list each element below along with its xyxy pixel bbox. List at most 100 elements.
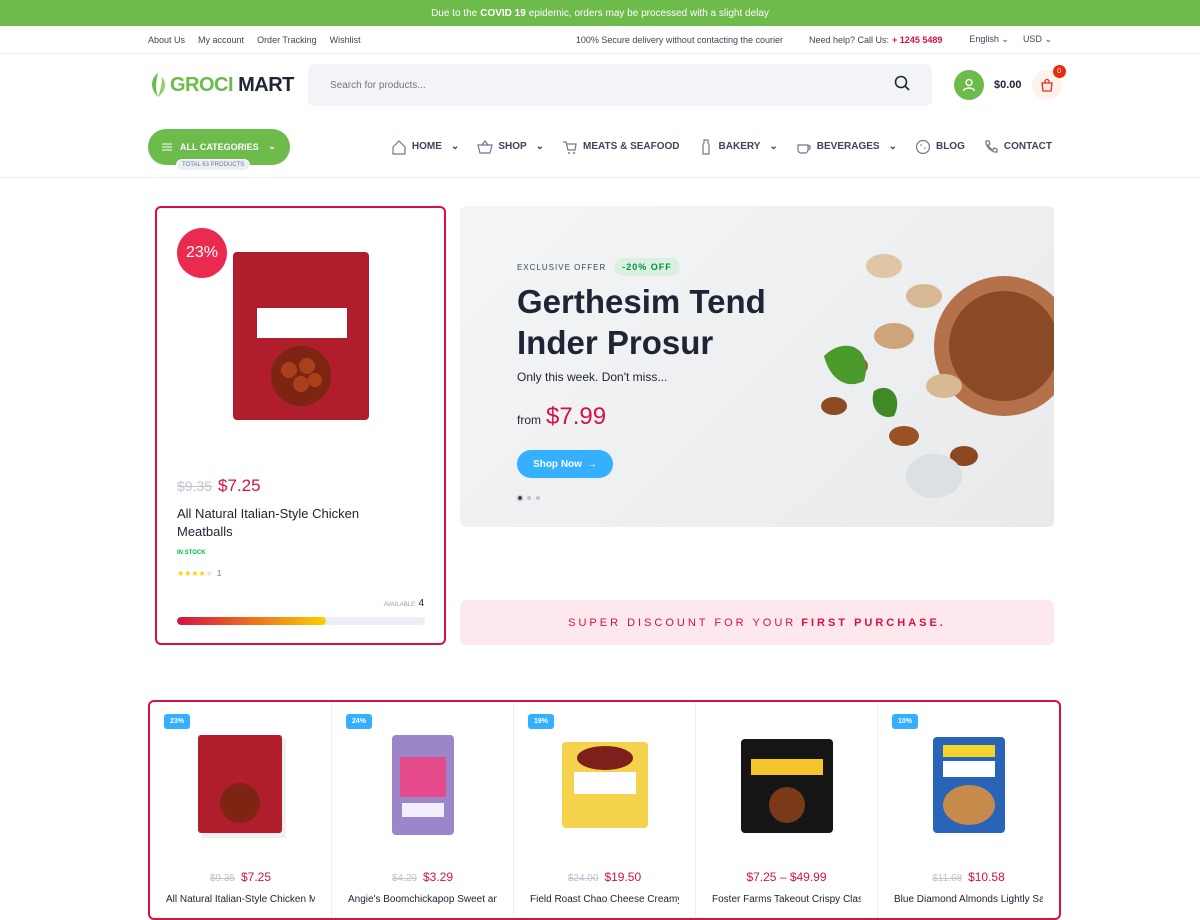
- nav-contact[interactable]: CONTACT: [983, 139, 1052, 155]
- phone-number[interactable]: + 1245 5489: [892, 35, 942, 45]
- order-tracking-link[interactable]: Order Tracking: [257, 35, 317, 45]
- hero-banner[interactable]: EXCLUSIVE OFFER -20% OFF Gerthesim Tend …: [460, 206, 1054, 527]
- nav-bakery[interactable]: BAKERY ⌄: [698, 138, 778, 155]
- chevron-down-icon: ⌄: [268, 141, 276, 151]
- basket-icon: [477, 139, 494, 154]
- categories-count-badge: TOTAL 63 PRODUCTS: [176, 158, 251, 171]
- product-image[interactable]: [555, 730, 655, 840]
- old-price: $4.29: [391, 873, 417, 884]
- slider-dot[interactable]: [536, 496, 540, 500]
- secure-delivery-text: 100% Secure delivery without contacting …: [575, 34, 783, 45]
- shopping-bag-icon: [1040, 78, 1053, 92]
- account-button[interactable]: [954, 70, 984, 100]
- offer-tag: -20% OFF: [614, 258, 680, 276]
- cart-count-badge: 0: [1052, 65, 1066, 78]
- featured-product-card[interactable]: 23% $9.35 $7.25 All Natural Italian-Styl…: [155, 206, 446, 645]
- logo-text-a: GROCI: [170, 73, 234, 96]
- my-account-link[interactable]: My account: [198, 35, 244, 45]
- promo-banner: SUPER DISCOUNT FOR YOUR FIRST PURCHASE.: [460, 600, 1054, 645]
- nav-shop[interactable]: SHOP ⌄: [477, 139, 544, 155]
- shop-now-button[interactable]: Shop Now →: [517, 450, 613, 478]
- sale-price: $7.25: [218, 476, 261, 495]
- product-image[interactable]: [231, 248, 371, 423]
- product-card[interactable]: 19% $24.00 $19.50 Field Roast Chao Cheese…: [514, 702, 696, 918]
- availability: AVAILABLE: 4: [383, 598, 424, 609]
- slider-dots[interactable]: [518, 496, 540, 500]
- phone-icon: [985, 139, 998, 153]
- exclusive-label: EXCLUSIVE OFFER: [517, 262, 607, 272]
- old-price: $24.00: [567, 873, 599, 884]
- logo-text-b: MART: [238, 73, 294, 96]
- menu-icon: [162, 143, 172, 150]
- nav-home[interactable]: HOME ⌄: [391, 139, 459, 155]
- help-text: Need help? Call Us:: [809, 34, 890, 45]
- nav-beverages[interactable]: BEVERAGES ⌄: [796, 139, 897, 155]
- announcement-bold: COVID 19: [480, 7, 526, 19]
- old-price: $9.35: [209, 873, 235, 884]
- categories-label: ALL CATEGORIES: [180, 141, 259, 152]
- cart-icon: [563, 140, 577, 154]
- search-icon[interactable]: [894, 75, 910, 96]
- about-us-link[interactable]: About Us: [148, 35, 185, 45]
- announcement-bar: Due to the COVID 19 epidemic, orders may…: [0, 0, 1200, 26]
- product-image[interactable]: [191, 730, 291, 840]
- old-price: $11.68: [932, 873, 963, 884]
- product-grid: 23% $9.35 $7.25 All Natural Italian-Style…: [148, 700, 1061, 920]
- banner-subtitle: Only this week. Don't miss...: [517, 370, 668, 384]
- stock-status: IN STOCK: [177, 550, 206, 556]
- discount-badge: 23%: [177, 228, 227, 278]
- announcement-text: Due to the: [431, 7, 478, 19]
- product-image[interactable]: [373, 730, 473, 840]
- slider-dot[interactable]: [527, 496, 531, 500]
- arrow-right-icon: →: [586, 458, 597, 470]
- nuts-image: [821, 254, 1054, 498]
- product-card[interactable]: 24% $4.29 $3.29 Angie's Boomchickapop Swe…: [332, 702, 514, 918]
- user-icon: [962, 78, 976, 92]
- announcement-text-end: epidemic, orders may be processed with a…: [528, 7, 769, 19]
- product-image[interactable]: [919, 730, 1019, 840]
- language-select[interactable]: English ⌄: [969, 34, 1009, 45]
- cart-total[interactable]: $0.00: [994, 79, 1022, 91]
- header: GROCI MART $0.00 0: [0, 54, 1200, 116]
- review-count: 1: [216, 569, 222, 578]
- exclusive-offer: EXCLUSIVE OFFER -20% OFF: [517, 258, 680, 276]
- sale-price: $10.58: [968, 870, 1005, 884]
- slider-dot[interactable]: [518, 496, 522, 500]
- promo-text: SUPER DISCOUNT FOR YOUR: [568, 616, 797, 629]
- product-card[interactable]: $7.25 – $49.99 Foster Farms Takeout Cris…: [696, 702, 878, 918]
- currency-select[interactable]: USD ⌄: [1023, 34, 1052, 45]
- star-rating-icon: ★★★★★: [177, 569, 213, 578]
- cart-button[interactable]: 0: [1031, 65, 1066, 100]
- logo[interactable]: GROCI MART: [148, 71, 308, 99]
- sale-price: $7.25: [241, 870, 272, 884]
- product-image[interactable]: [737, 730, 837, 840]
- sale-price: $7.25 – $49.99: [746, 870, 827, 884]
- leaf-logo-icon: [148, 71, 168, 99]
- main-nav: ALL CATEGORIES ⌄ TOTAL 63 PRODUCTS HOME ⌄…: [0, 116, 1200, 178]
- nav-blog[interactable]: BLOG: [915, 139, 965, 155]
- banner-title: Gerthesim Tend Inder Prosur: [517, 283, 766, 361]
- discount-tag: 23%: [164, 714, 191, 729]
- home-icon: [392, 139, 406, 155]
- search-bar: [308, 64, 932, 106]
- coffee-cup-icon: [797, 143, 811, 154]
- promo-bold: FIRST PURCHASE.: [801, 616, 946, 629]
- discount-tag: 10%: [892, 714, 919, 729]
- utility-bar: About Us My account Order Tracking Wishl…: [0, 26, 1200, 54]
- old-price: $9.35: [177, 478, 213, 494]
- banner-price: from $7.99: [517, 403, 607, 430]
- discount-tag: 19%: [528, 714, 555, 729]
- product-card[interactable]: 23% $9.35 $7.25 All Natural Italian-Style…: [150, 702, 332, 918]
- rating: ★★★★★ 1: [177, 569, 221, 578]
- bottle-icon: [701, 138, 710, 155]
- nav-meats-seafood[interactable]: MEATS & SEAFOOD: [562, 139, 680, 155]
- product-card[interactable]: 10% $11.68 $10.58 Blue Diamond Almonds Li…: [878, 702, 1059, 918]
- discount-tag: 24%: [346, 714, 373, 729]
- sale-price: $19.50: [604, 870, 642, 884]
- all-categories-button[interactable]: ALL CATEGORIES ⌄ TOTAL 63 PRODUCTS: [148, 128, 290, 171]
- wishlist-link[interactable]: Wishlist: [330, 35, 361, 45]
- sale-price: $3.29: [423, 870, 454, 884]
- cookie-icon: [915, 139, 931, 154]
- search-input[interactable]: [330, 79, 830, 91]
- product-name[interactable]: All Natural Italian-Style Chicken Meatba…: [177, 505, 417, 541]
